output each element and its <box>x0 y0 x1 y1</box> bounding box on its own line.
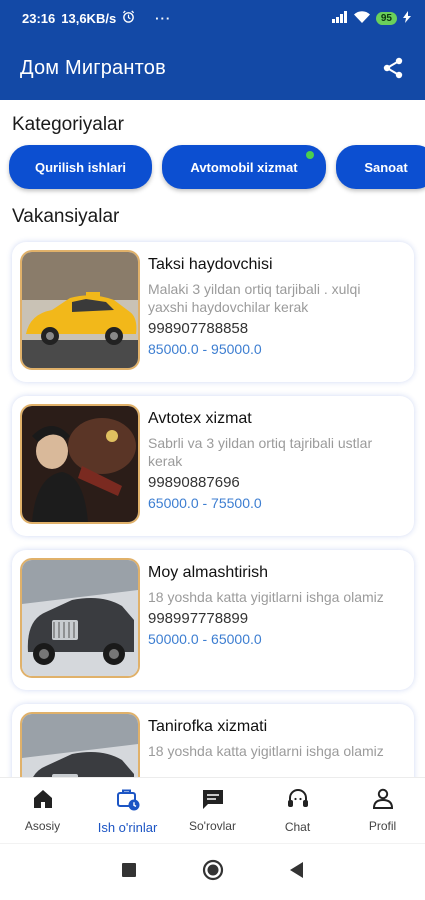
vacancy-phone: 998997778899 <box>148 610 249 627</box>
category-chip-label: Qurilish ishlari <box>34 159 127 175</box>
status-speed: 13,6KB/s <box>61 10 117 26</box>
vacancy-image-taxi <box>20 250 140 370</box>
vacancy-title: Avtotex xizmat <box>148 410 252 427</box>
vacancy-card[interactable]: Tanirofka xizmati 18 yoshda katta yigitl… <box>12 704 414 777</box>
vacancies-list[interactable]: Taksi haydovchisi Malaki 3 yildan ortiq … <box>0 236 425 777</box>
home-circle-icon[interactable] <box>202 859 224 886</box>
vacancy-phone: 99890887696 <box>148 474 240 491</box>
vacancy-salary: 85000.0 - 95000.0 <box>148 341 262 357</box>
category-chip[interactable]: Avtomobil xizmat <box>162 145 326 189</box>
system-navigation-bar <box>0 843 425 900</box>
recents-icon[interactable] <box>121 862 136 882</box>
person-icon <box>372 788 394 815</box>
nav-item-requests[interactable]: So'rovlar <box>170 778 255 843</box>
vacancy-phone: 998907788858 <box>148 320 249 337</box>
vacancy-card[interactable]: Moy almashtirish 18 yoshda katta yigitla… <box>12 550 414 690</box>
back-icon[interactable] <box>289 861 304 883</box>
vacancy-image-car <box>20 712 140 777</box>
vacancy-description: 18 yoshda katta yigitlarni ishga olamiz <box>148 589 384 605</box>
category-chip-label: Sanoat <box>364 159 408 175</box>
vacancy-salary: 65000.0 - 75500.0 <box>148 495 262 511</box>
nav-label: Profil <box>368 819 397 833</box>
status-more-dots: ··· <box>155 10 172 26</box>
vacancy-title: Taksi haydovchisi <box>148 256 273 273</box>
headset-icon <box>286 787 310 816</box>
category-chip[interactable]: Qurilish ishlari <box>9 145 152 189</box>
nav-item-home[interactable]: Asosiy <box>0 778 85 843</box>
category-chip[interactable]: Sanoat <box>336 145 425 189</box>
bottom-navigation: Asosiy Ish o'rinlar So'rovlar Chat Profi… <box>0 777 425 843</box>
vacancy-description: 18 yoshda katta yigitlarni ishga olamiz <box>148 743 384 759</box>
categories-list: Qurilish ishlari Avtomobil xizmat Sanoat <box>9 145 425 189</box>
message-icon <box>201 788 225 815</box>
nav-label: Asosiy <box>24 819 61 833</box>
vacancy-image-mechanic <box>20 404 140 524</box>
nav-label: Ish o'rinlar <box>97 819 158 835</box>
nav-label: So'rovlar <box>189 819 236 833</box>
app-bar: Дом Мигрантов <box>0 36 425 100</box>
vacancy-card[interactable]: Taksi haydovchisi Malaki 3 yildan ortiq … <box>12 242 414 382</box>
vacancy-description: Sabrli va 3 yildan ortiq tajribali ustla… <box>148 435 373 469</box>
signal-icon <box>331 10 348 26</box>
app-title: Дом Мигрантов <box>20 56 166 79</box>
vacancies-title: Vakansiyalar <box>12 206 120 227</box>
categories-title: Kategoriyalar <box>12 114 124 135</box>
home-icon <box>32 788 54 815</box>
vacancy-description: Malaki 3 yildan ortiq tarjibali . xulqi … <box>148 281 361 315</box>
share-icon[interactable] <box>379 54 407 82</box>
nav-item-chat[interactable]: Chat <box>255 778 340 843</box>
status-time: 23:16 <box>22 10 56 26</box>
nav-label: Chat <box>284 820 311 834</box>
nav-item-jobs[interactable]: Ish o'rinlar <box>85 778 170 843</box>
vacancy-title: Moy almashtirish <box>148 564 269 581</box>
vacancy-title: Tanirofka xizmati <box>148 718 268 735</box>
vacancy-image-car <box>20 558 140 678</box>
briefcase-clock-icon <box>116 787 140 816</box>
vacancy-card[interactable]: Avtotex xizmat Sabrli va 3 yildan ortiq … <box>12 396 414 536</box>
status-bar: 23:16 13,6KB/s ··· 95 <box>0 0 425 36</box>
wifi-icon <box>353 10 370 26</box>
alarm-icon <box>122 10 135 26</box>
new-indicator-dot <box>306 151 314 159</box>
charging-icon <box>403 10 411 26</box>
battery-icon: 95 <box>375 11 397 25</box>
vacancy-salary: 50000.0 - 65000.0 <box>148 631 262 647</box>
category-chip-label: Avtomobil xizmat <box>190 159 298 175</box>
nav-item-profile[interactable]: Profil <box>340 778 425 843</box>
